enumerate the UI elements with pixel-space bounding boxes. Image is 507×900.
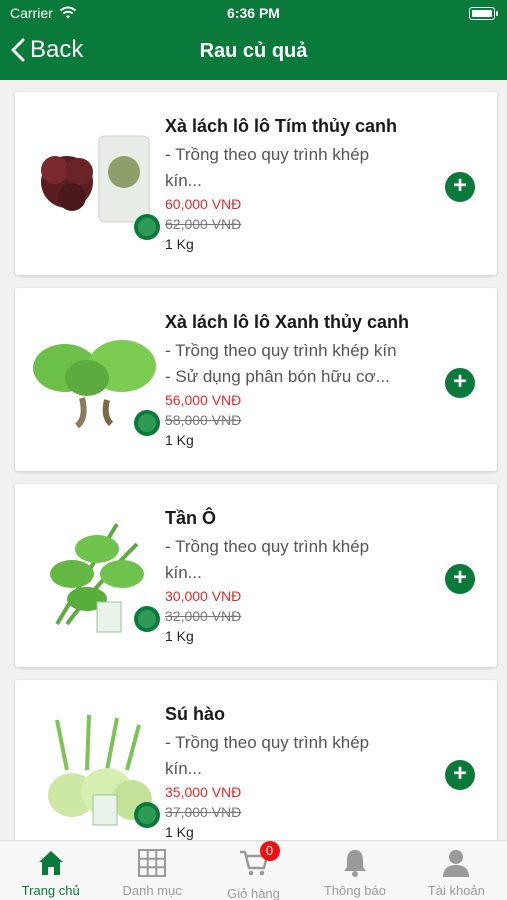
home-icon: [38, 851, 63, 875]
user-icon: [443, 850, 470, 877]
product-description-line: - Trồng theo quy trình khép: [165, 733, 370, 752]
battery-icon: [469, 7, 498, 20]
product-old-price: 32,000 VNĐ: [165, 608, 242, 624]
product-description-line: kín...: [165, 171, 202, 190]
product-description: - Trồng theo quy trình khép kín...: [165, 142, 445, 194]
product-title: Xà lách lô lô Tím thủy canh: [165, 116, 398, 136]
product-image: [27, 504, 167, 644]
tab-account-label: Tài khoản: [427, 883, 485, 898]
cart-badge: 0: [259, 841, 280, 861]
product-unit: 1 Kg: [165, 236, 194, 252]
product-image: [27, 308, 167, 448]
tab-category-label: Danh mục: [122, 883, 182, 898]
product-price: 56,000 VNĐ: [165, 392, 242, 408]
product-title: Sú hào: [165, 704, 226, 724]
product-unit: 1 Kg: [165, 824, 194, 840]
add-to-cart-button[interactable]: +: [445, 172, 475, 202]
product-description-line: - Trồng theo quy trình khép kín: [165, 341, 397, 360]
tab-home[interactable]: Trang chủ: [0, 841, 101, 900]
bell-icon: [343, 850, 366, 877]
product-price: 35,000 VNĐ: [165, 784, 242, 800]
product-description-line: kín...: [165, 759, 202, 778]
product-price: 30,000 VNĐ: [165, 588, 242, 604]
product-list: Xà lách lô lô Tím thủy canh - Trồng theo…: [15, 92, 497, 876]
product-image: [27, 700, 167, 840]
plus-icon: +: [452, 564, 467, 591]
product-description-line: - Trồng theo quy trình khép: [165, 145, 370, 164]
status-bar: Carrier 6:36 PM: [0, 0, 507, 28]
cart-icon-wrap: 0: [238, 841, 280, 886]
add-to-cart-button[interactable]: +: [445, 564, 475, 594]
tab-bar: Trang chủ Danh mục 0 Giỏ hàng Thông báo: [0, 840, 507, 900]
product-old-price: 58,000 VNĐ: [165, 412, 242, 428]
product-unit: 1 Kg: [165, 628, 194, 644]
tab-account[interactable]: Tài khoản: [406, 841, 507, 900]
product-card[interactable]: Sú hào - Trồng theo quy trình khép kín..…: [15, 680, 497, 863]
tab-notifications-label: Thông báo: [323, 883, 386, 898]
product-title: Tần Ô: [165, 508, 217, 528]
grid-icon: [138, 849, 167, 877]
nav-bar: Back Rau củ quả: [0, 28, 507, 80]
add-to-cart-button[interactable]: +: [445, 760, 475, 790]
plus-icon: +: [452, 760, 467, 787]
product-description-line: kín...: [165, 563, 202, 582]
product-old-price: 62,000 VNĐ: [165, 216, 242, 232]
header: Carrier 6:36 PM Back Rau củ quả: [0, 0, 507, 80]
clock: 6:36 PM: [227, 5, 280, 21]
tab-cart-label: Giỏ hàng: [227, 886, 280, 900]
product-image: [27, 112, 167, 252]
tab-home-label: Trang chủ: [21, 883, 80, 898]
product-title: Xà lách lô lô Xanh thủy canh: [165, 312, 410, 332]
tab-category[interactable]: Danh mục: [101, 841, 202, 900]
product-description-line: - Sử dụng phân bón hữu cơ...: [165, 367, 390, 386]
plus-icon: +: [452, 368, 467, 395]
page-title: Rau củ quả: [199, 40, 308, 62]
product-description: - Trồng theo quy trình khép kín - Sử dụn…: [165, 338, 445, 390]
product-old-price: 37,000 VNĐ: [165, 804, 242, 820]
product-description-line: - Trồng theo quy trình khép: [165, 537, 370, 556]
product-unit: 1 Kg: [165, 432, 194, 448]
add-to-cart-button[interactable]: +: [445, 368, 475, 398]
product-card[interactable]: Tần Ô - Trồng theo quy trình khép kín...…: [15, 484, 497, 667]
product-card[interactable]: Xà lách lô lô Tím thủy canh - Trồng theo…: [15, 92, 497, 275]
product-price: 60,000 VNĐ: [165, 196, 242, 212]
product-card[interactable]: Xà lách lô lô Xanh thủy canh - Trồng the…: [15, 288, 497, 471]
product-description: - Trồng theo quy trình khép kín...: [165, 730, 445, 782]
tab-notifications[interactable]: Thông báo: [304, 841, 405, 900]
product-description: - Trồng theo quy trình khép kín...: [165, 534, 445, 586]
plus-icon: +: [452, 172, 467, 199]
tab-cart[interactable]: 0 Giỏ hàng: [203, 841, 304, 900]
